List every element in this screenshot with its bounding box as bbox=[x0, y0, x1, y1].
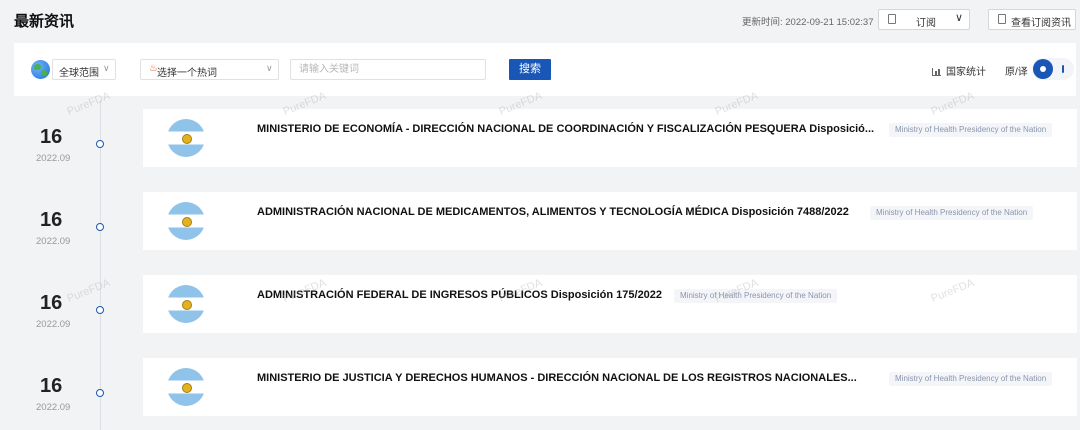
entry-year-month: 2022.09 bbox=[36, 236, 71, 247]
hot-word-label: 选择一个热词 bbox=[157, 68, 217, 79]
toggle-knob bbox=[1033, 59, 1053, 79]
entry-day: 16 bbox=[40, 375, 63, 397]
timeline-dot bbox=[96, 223, 104, 231]
translate-label: 原/译 bbox=[1005, 67, 1028, 78]
timeline-dot bbox=[96, 306, 104, 314]
argentina-flag-icon bbox=[167, 368, 205, 406]
news-title[interactable]: ADMINISTRACIÓN FEDERAL DE INGRESOS PÚBLI… bbox=[257, 289, 662, 301]
entry-day: 16 bbox=[40, 292, 63, 314]
news-entry: 16 2022.09 ADMINISTRACIÓN NACIONAL DE ME… bbox=[0, 192, 1080, 250]
bar-chart-icon bbox=[932, 68, 941, 76]
subscribe-label: 订阅 bbox=[916, 18, 936, 29]
scope-select[interactable]: 全球范围 ∨ bbox=[52, 59, 116, 80]
news-entry: 16 2022.09 MINISTERIO DE ECONOMÍA - DIRE… bbox=[0, 109, 1080, 167]
news-entry: 16 2022.09 ADMINISTRACIÓN FEDERAL DE ING… bbox=[0, 275, 1080, 333]
page-title: 最新资讯 bbox=[14, 13, 75, 30]
news-card[interactable]: ADMINISTRACIÓN NACIONAL DE MEDICAMENTOS,… bbox=[143, 192, 1077, 250]
view-subscription-button[interactable]: 查看订阅资讯 bbox=[988, 9, 1076, 30]
globe-icon bbox=[31, 60, 50, 79]
country-stats-link[interactable]: 国家统计 bbox=[932, 63, 986, 78]
translate-toggle[interactable] bbox=[1032, 58, 1074, 80]
source-badge: Ministry of Health Presidency of the Nat… bbox=[889, 372, 1053, 386]
document-icon bbox=[888, 14, 896, 24]
argentina-flag-icon bbox=[167, 119, 205, 157]
scope-label: 全球范围 bbox=[59, 68, 99, 79]
hot-word-select[interactable]: ♨ 选择一个热词 ∨ bbox=[140, 59, 279, 80]
timeline-dot bbox=[96, 140, 104, 148]
entry-year-month: 2022.09 bbox=[36, 153, 71, 164]
toggle-on-indicator bbox=[1062, 65, 1064, 73]
timeline-dot bbox=[96, 389, 104, 397]
keyword-input[interactable] bbox=[290, 59, 486, 80]
chevron-down-icon: ∨ bbox=[103, 63, 110, 73]
header-bar: 最新资讯 更新时间: 2022-09-21 15:02:37 订阅 ∨ 查看订阅… bbox=[0, 0, 1080, 40]
news-title[interactable]: MINISTERIO DE JUSTICIA Y DERECHOS HUMANO… bbox=[257, 372, 857, 384]
entry-day: 16 bbox=[40, 209, 63, 231]
source-badge: Ministry of Health Presidency of the Nat… bbox=[870, 206, 1034, 220]
view-subscription-label: 查看订阅资讯 bbox=[1011, 18, 1071, 29]
news-card[interactable]: MINISTERIO DE JUSTICIA Y DERECHOS HUMANO… bbox=[143, 358, 1077, 416]
update-time: 更新时间: 2022-09-21 15:02:37 bbox=[742, 17, 874, 28]
news-title[interactable]: ADMINISTRACIÓN NACIONAL DE MEDICAMENTOS,… bbox=[257, 206, 849, 218]
news-card[interactable]: MINISTERIO DE ECONOMÍA - DIRECCIÓN NACIO… bbox=[143, 109, 1077, 167]
filter-bar: 全球范围 ∨ ♨ 选择一个热词 ∨ 搜索 国家统计 原/译 bbox=[14, 43, 1076, 96]
news-card[interactable]: ADMINISTRACIÓN FEDERAL DE INGRESOS PÚBLI… bbox=[143, 275, 1077, 333]
document-icon bbox=[998, 14, 1006, 24]
news-title[interactable]: MINISTERIO DE ECONOMÍA - DIRECCIÓN NACIO… bbox=[257, 123, 874, 135]
country-stats-label: 国家统计 bbox=[946, 67, 986, 78]
argentina-flag-icon bbox=[167, 285, 205, 323]
entry-year-month: 2022.09 bbox=[36, 319, 71, 330]
news-entry: 16 2022.09 MINISTERIO DE JUSTICIA Y DERE… bbox=[0, 358, 1080, 416]
entry-year-month: 2022.09 bbox=[36, 402, 71, 413]
source-badge: Ministry of Health Presidency of the Nat… bbox=[889, 123, 1053, 137]
subscribe-dropdown[interactable]: 订阅 ∨ bbox=[878, 9, 970, 30]
chevron-down-icon: ∨ bbox=[955, 12, 964, 24]
entry-day: 16 bbox=[40, 126, 63, 148]
chevron-down-icon: ∨ bbox=[266, 63, 273, 73]
search-button[interactable]: 搜索 bbox=[509, 59, 551, 80]
argentina-flag-icon bbox=[167, 202, 205, 240]
source-badge: Ministry of Health Presidency of the Nat… bbox=[674, 289, 838, 303]
